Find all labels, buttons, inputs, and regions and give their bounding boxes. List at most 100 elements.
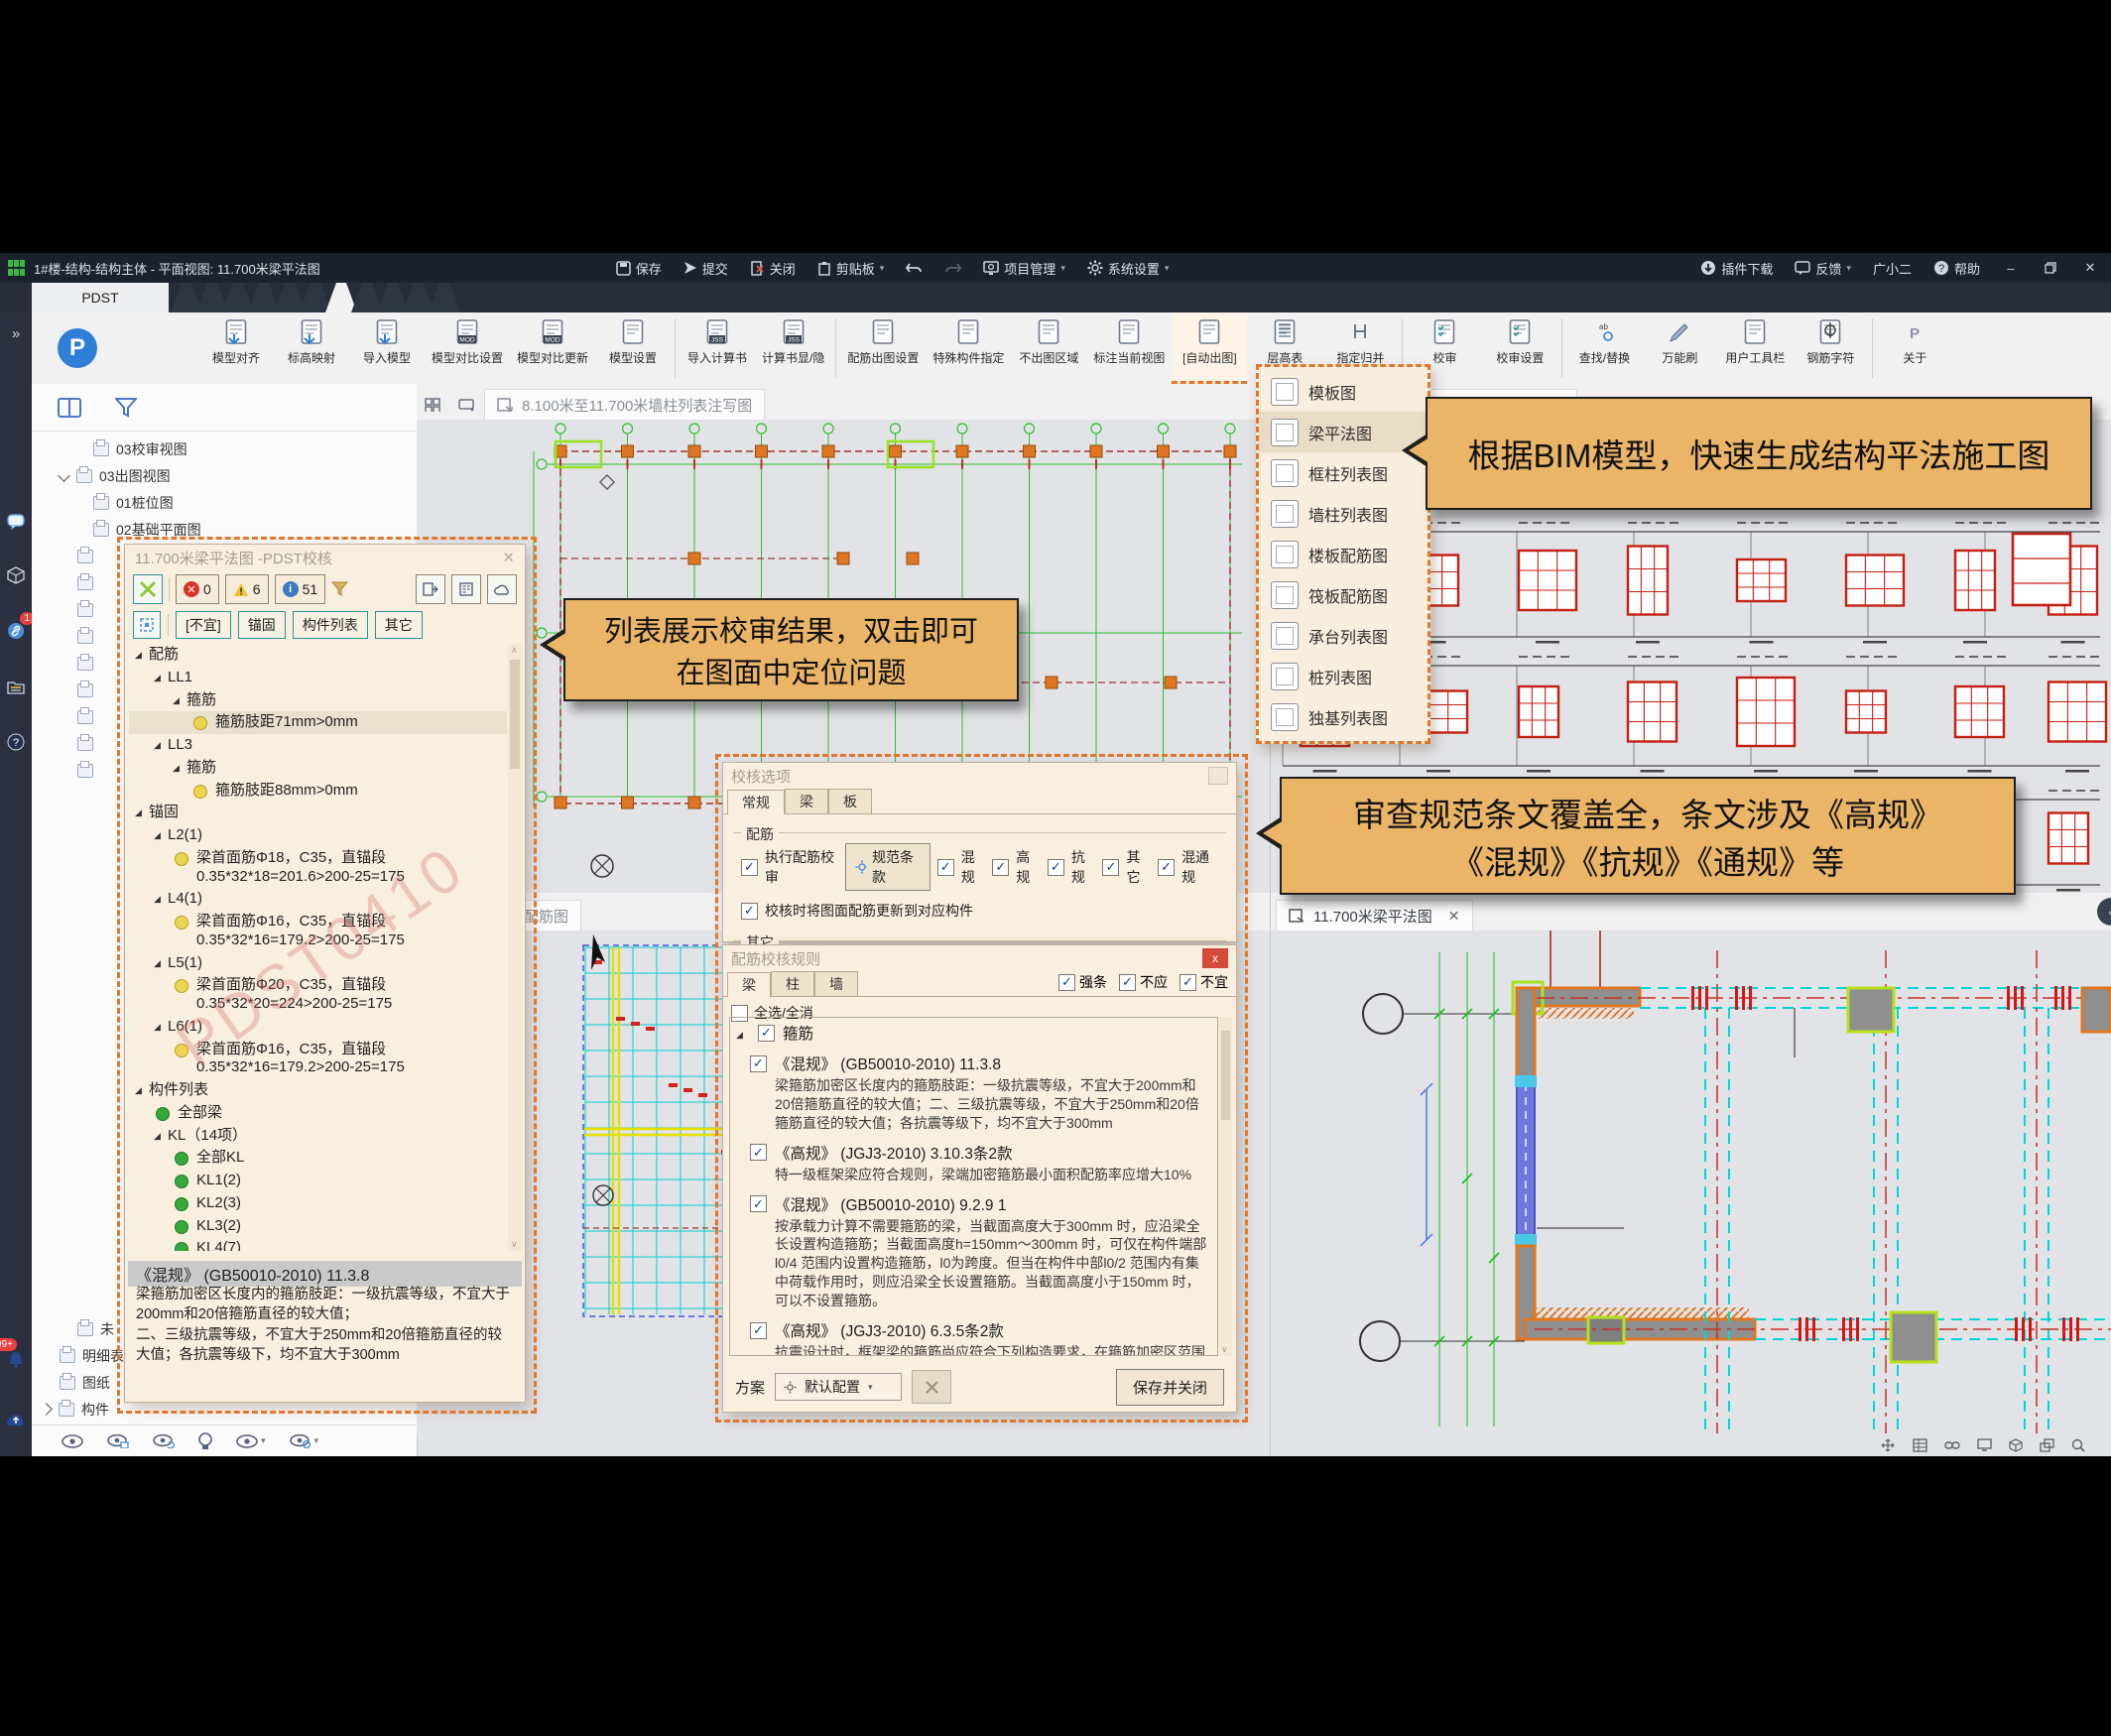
model-cube-icon[interactable] [0,560,32,590]
filter-icon[interactable] [115,398,137,418]
rule-checkbox[interactable] [750,1144,767,1161]
模型对齐-button[interactable]: 模型对齐 [198,312,274,384]
模型对比设置-button[interactable]: MOD模型对比设置 [425,312,510,384]
check-tree-row[interactable]: 梁首面筋Φ16，C35，直锚段0.35*32*16=179.2>200-25=1… [129,1039,507,1080]
box-icon[interactable] [2009,1438,2023,1452]
check-tree-scrollbar[interactable]: ∧∨ [508,644,522,1251]
check-filter-1[interactable]: 锚固 [238,611,286,639]
check-tree-row[interactable]: KL3(2) [129,1215,507,1238]
check-tree-row[interactable]: ◢LL3 [129,734,507,757]
ribbon-tab-4[interactable] [274,283,306,312]
ribbon-tab-1[interactable] [196,283,228,312]
导入模型-button[interactable]: 导入模型 [349,312,425,384]
system-settings-button[interactable]: 系统设置▾ [1079,253,1178,283]
help-circle-icon[interactable]: ? [0,727,32,757]
check-tree-row[interactable]: 梁首面筋Φ20，C35，直锚段0.35*32*20=224>200-25=175 [129,974,507,1016]
menu-item-桩列表图[interactable]: 桩列表图 [1259,656,1428,696]
eye-dropdown[interactable]: ▾ [236,1434,266,1448]
tab-column[interactable]: 柱 [771,971,814,996]
tree-item-03校审视图[interactable]: 03校审视图 [32,435,417,462]
导入计算书-button[interactable]: JSS导入计算书 [680,312,755,384]
chat-icon[interactable] [0,507,32,537]
配筋出图设置-button[interactable]: 配筋出图设置 [840,312,926,384]
check-tree-row[interactable]: KL2(3) [129,1192,507,1215]
beam-plan-drawing[interactable] [1271,930,2111,1433]
mandatory-checkbox[interactable] [1058,974,1075,991]
check-tree-row[interactable]: ◢L2(1) [129,824,507,847]
plugin-download-button[interactable]: 插件下载 [1692,253,1781,283]
ribbon-tab-9[interactable] [403,283,435,312]
grid-view-icon[interactable] [425,398,442,412]
filter-icon[interactable] [331,581,348,597]
undo-button[interactable] [898,253,931,283]
menu-item-模板图[interactable]: 模板图 [1259,371,1428,412]
check-tree-row[interactable]: ◢KL（14项） [129,1125,507,1148]
code-checkbox[interactable] [937,859,954,876]
模型对比更新-button[interactable]: MOD模型对比更新 [510,312,595,384]
check-tree-row[interactable]: KL4(7) [129,1237,507,1251]
rule-checkbox[interactable] [750,1322,767,1339]
redo-button[interactable] [936,253,969,283]
特殊构件指定-button[interactable]: 特殊构件指定 [926,312,1011,384]
check-tree-row[interactable]: ◢箍筋 [129,689,507,712]
menu-item-筏板配筋图[interactable]: 筏板配筋图 [1259,574,1428,615]
right-bottom-view-tab[interactable]: 11.700米梁平法图 ✕ [1276,900,1473,930]
update-rebar-checkbox[interactable] [741,903,758,920]
center-top-view-tab[interactable]: 8.100米至11.700米墙柱列表注写图 [484,389,765,420]
ribbon-tab-8[interactable] [377,283,409,312]
rule-checkbox[interactable] [750,1055,767,1072]
标高映射-button[interactable]: 标高映射 [274,312,349,384]
pan-icon[interactable] [1880,1438,1896,1452]
自动出图-button[interactable]: [自动出图] [1172,312,1247,384]
sync-cloud-icon[interactable] [487,574,517,604]
group-checkbox[interactable] [758,1025,775,1042]
error-count-badge[interactable]: ✕0 [176,574,219,604]
tab-slab[interactable]: 板 [828,789,872,813]
标注当前视图-button[interactable]: 标注当前视图 [1086,312,1172,384]
check-tree-row[interactable]: 全部KL [129,1147,507,1170]
close-panel-icon[interactable]: ✕ [502,549,515,566]
check-tree-row[interactable]: 箍筋肢距71mm>0mm [129,711,507,734]
monitor-icon[interactable] [1977,1438,1992,1451]
scheme-tools-button[interactable] [912,1370,951,1404]
menu-item-独基列表图[interactable]: 独基列表图 [1259,696,1428,737]
check-tree-row[interactable]: 梁首面筋Φ16，C35，直锚段0.35*32*16=179.2>200-25=1… [129,911,507,952]
ribbon-tab-3[interactable] [248,283,280,312]
scheme-select[interactable]: 默认配置▾ [775,1373,902,1401]
tab-general[interactable]: 常规 [727,790,785,814]
tab-beam[interactable]: 梁 [727,972,771,997]
check-tree-row[interactable]: KL1(2) [129,1170,507,1192]
check-tree-row[interactable]: ◢构件列表 [129,1079,507,1102]
submit-button[interactable]: 提交 [676,253,736,283]
计算书显隐-button[interactable]: JSS计算书显/隐 [755,312,831,384]
link-icon[interactable]: 1 [0,616,32,646]
close-dialog-icon[interactable] [1208,767,1228,785]
check-tree-row[interactable]: 箍筋肢距88mm>0mm [129,780,507,803]
关于-button[interactable]: P关于 [1877,312,1952,384]
tree-item-03出图视图[interactable]: 03出图视图 [32,462,417,489]
ribbon-tab-0[interactable] [171,283,202,312]
close-dialog-icon[interactable]: x [1202,948,1228,968]
校审设置-button[interactable]: 校审设置 [1482,312,1557,384]
warning-count-badge[interactable]: !6 [225,574,269,604]
check-tree-row[interactable]: 梁首面筋Φ18，C35，直锚段0.35*32*18=201.6>200-25=1… [129,847,507,889]
用户工具栏-button[interactable]: 用户工具栏 [1717,312,1793,384]
ribbon-tab-6[interactable] [325,283,357,312]
layers-icon[interactable] [2040,1438,2054,1452]
zoom-icon[interactable] [2071,1438,2085,1452]
check-filter-3[interactable]: 其它 [375,611,423,639]
shall-not-checkbox[interactable] [1119,974,1136,991]
expand-strip-button[interactable]: » [0,318,32,348]
rule-item[interactable]: 《高规》 (JGJ3-2010) 6.3.5条2款 [736,1319,1211,1341]
tab-wall[interactable]: 墙 [814,971,858,996]
check-tree-row[interactable]: ◢箍筋 [129,757,507,780]
eye-reset-icon[interactable] [153,1434,175,1448]
check-filter-0[interactable]: [不宜] [176,611,231,639]
check-tree-row[interactable]: ◢锚固 [129,802,507,824]
exec-check-checkbox[interactable] [741,859,758,876]
rule-item[interactable]: 《混规》 (GB50010-2010) 11.3.8 [736,1053,1211,1074]
save-button[interactable]: 保存 [608,253,670,283]
code-checkbox[interactable] [992,859,1009,876]
project-management-button[interactable]: 项目管理▾ [975,253,1073,283]
target-icon[interactable] [133,611,161,639]
